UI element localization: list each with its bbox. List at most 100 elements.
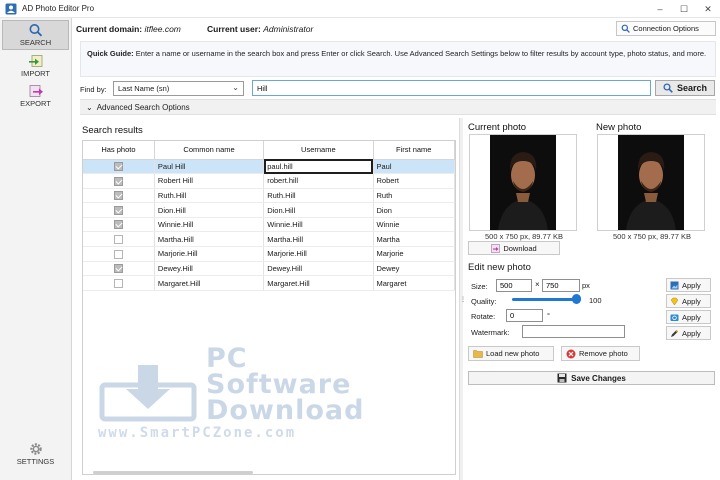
username-cell[interactable]: Ruth.Hill [263, 188, 374, 204]
common-name-cell[interactable]: Martha.Hill [154, 231, 265, 248]
connection-options-button[interactable]: Connection Options [616, 21, 716, 36]
apply-quality-button[interactable]: Apply [666, 294, 711, 308]
rotate-input[interactable] [506, 309, 543, 322]
nav-import[interactable]: IMPORT [2, 52, 69, 82]
table-row[interactable]: Robert Hill robert.hill Robert [83, 173, 455, 189]
common-name-cell[interactable]: Margaret.Hill [154, 275, 265, 291]
edit-section-title: Edit new photo [468, 262, 531, 273]
first-name-cell[interactable]: Margaret [373, 275, 455, 291]
has-photo-checkbox[interactable] [113, 264, 123, 274]
first-name-cell[interactable]: Robert [373, 173, 455, 189]
load-new-photo-button[interactable]: Load new photo [468, 346, 554, 361]
domain-info: Current domain: itflee.com [76, 24, 181, 34]
has-photo-checkbox[interactable] [113, 162, 123, 172]
has-photo-checkbox[interactable] [113, 278, 123, 288]
apply-watermark-button[interactable]: Apply [666, 326, 711, 340]
import-icon [28, 55, 42, 67]
username-cell[interactable]: robert.hill [263, 173, 374, 189]
table-row[interactable]: Marjorie.Hill Marjorie.Hill Marjorie [83, 246, 455, 262]
common-name-cell[interactable]: Marjorie.Hill [154, 246, 265, 262]
first-name-cell[interactable]: Ruth [373, 188, 455, 204]
table-row[interactable]: Dion.Hill Dion.Hill Dion [83, 202, 455, 218]
username-cell[interactable]: paul.hill [263, 159, 374, 175]
search-icon [29, 24, 42, 37]
find-by-select[interactable]: Last Name (sn) ⌄ [113, 81, 244, 96]
first-name-cell[interactable]: Dewey [373, 261, 455, 277]
table-row[interactable]: Paul Hill paul.hill Paul [83, 159, 455, 175]
table-header-row: Has photo Common name Username First nam… [83, 141, 455, 160]
current-photo [469, 134, 577, 231]
maximize-button[interactable]: ☐ [672, 0, 696, 18]
splitter-grip-icon: ⋮ [460, 297, 466, 303]
quality-slider-handle[interactable] [572, 294, 581, 304]
table-row[interactable]: Margaret.Hill Margaret.Hill Margaret [83, 275, 455, 291]
nav-search[interactable]: SEARCH [2, 20, 69, 50]
search-icon [663, 83, 673, 93]
common-name-cell[interactable]: Dion.Hill [154, 202, 265, 218]
download-button[interactable]: Download [468, 241, 560, 255]
has-photo-checkbox[interactable] [113, 249, 123, 259]
username-cell[interactable]: Winnie.Hill [263, 217, 374, 233]
username-cell[interactable]: Dion.Hill [263, 202, 374, 218]
user-label: Current user: [207, 24, 261, 34]
has-photo-checkbox[interactable] [113, 235, 123, 245]
new-photo-label: New photo [596, 122, 642, 133]
search-button[interactable]: Search [655, 80, 715, 96]
quality-label: Quality: [471, 297, 497, 306]
username-cell[interactable]: Dewey.Hill [263, 261, 374, 277]
username-cell[interactable]: Martha.Hill [263, 231, 374, 248]
apply-size-button[interactable]: Apply [666, 278, 711, 292]
horizontal-scrollbar[interactable] [93, 471, 253, 474]
nav-settings[interactable]: SETTINGS [2, 440, 69, 470]
quality-slider-track[interactable] [512, 298, 578, 301]
first-name-cell[interactable]: Marjorie [373, 246, 455, 262]
has-photo-checkbox[interactable] [113, 205, 123, 215]
user-value: Administrator [263, 24, 314, 34]
nav-export[interactable]: EXPORT [2, 82, 69, 112]
has-photo-cell [83, 275, 155, 291]
column-header-username[interactable]: Username [263, 141, 374, 160]
portrait-image [490, 135, 556, 230]
connection-icon [621, 24, 630, 33]
has-photo-checkbox[interactable] [113, 176, 123, 186]
username-cell[interactable]: Marjorie.Hill [263, 246, 374, 262]
folder-icon [473, 350, 483, 358]
common-name-cell[interactable]: Ruth.Hill [154, 188, 265, 204]
height-input[interactable] [542, 279, 580, 292]
width-input[interactable] [496, 279, 532, 292]
first-name-cell[interactable]: Paul [373, 159, 455, 175]
export-icon [29, 85, 43, 97]
has-photo-cell [83, 188, 155, 204]
close-button[interactable]: ✕ [696, 0, 720, 18]
common-name-cell[interactable]: Winnie.Hill [154, 217, 265, 233]
search-input[interactable] [252, 80, 651, 96]
table-row[interactable]: Dewey.Hill Dewey.Hill Dewey [83, 261, 455, 277]
save-changes-button[interactable]: Save Changes [468, 371, 715, 385]
watermark-label: Watermark: [471, 328, 510, 337]
common-name-cell[interactable]: Paul Hill [154, 159, 265, 175]
column-header-first-name[interactable]: First name [373, 141, 455, 160]
first-name-cell[interactable]: Winnie [373, 217, 455, 233]
table-row[interactable]: Winnie.Hill Winnie.Hill Winnie [83, 217, 455, 233]
first-name-cell[interactable]: Martha [373, 231, 455, 248]
username-cell[interactable]: Margaret.Hill [263, 275, 374, 291]
has-photo-checkbox[interactable] [113, 220, 123, 230]
chevron-down-icon: ⌄ [86, 103, 93, 112]
column-header-common-name[interactable]: Common name [154, 141, 265, 160]
minimize-button[interactable]: – [648, 0, 672, 18]
common-name-cell[interactable]: Robert Hill [154, 173, 265, 189]
download-label: Download [503, 243, 537, 253]
has-photo-checkbox[interactable] [113, 191, 123, 201]
apply-label: Apply [682, 312, 701, 322]
column-header-has-photo[interactable]: Has photo [83, 141, 155, 160]
common-name-cell[interactable]: Dewey.Hill [154, 261, 265, 277]
search-button-label: Search [676, 83, 708, 93]
remove-photo-button[interactable]: Remove photo [561, 346, 640, 361]
rotate-icon [670, 314, 679, 321]
advanced-search-toggle[interactable]: ⌄ Advanced Search Options [80, 99, 716, 115]
watermark-input[interactable] [522, 325, 625, 338]
table-row[interactable]: Ruth.Hill Ruth.Hill Ruth [83, 188, 455, 204]
table-row[interactable]: Martha.Hill Martha.Hill Martha [83, 231, 455, 248]
first-name-cell[interactable]: Dion [373, 202, 455, 218]
apply-rotate-button[interactable]: Apply [666, 310, 711, 324]
